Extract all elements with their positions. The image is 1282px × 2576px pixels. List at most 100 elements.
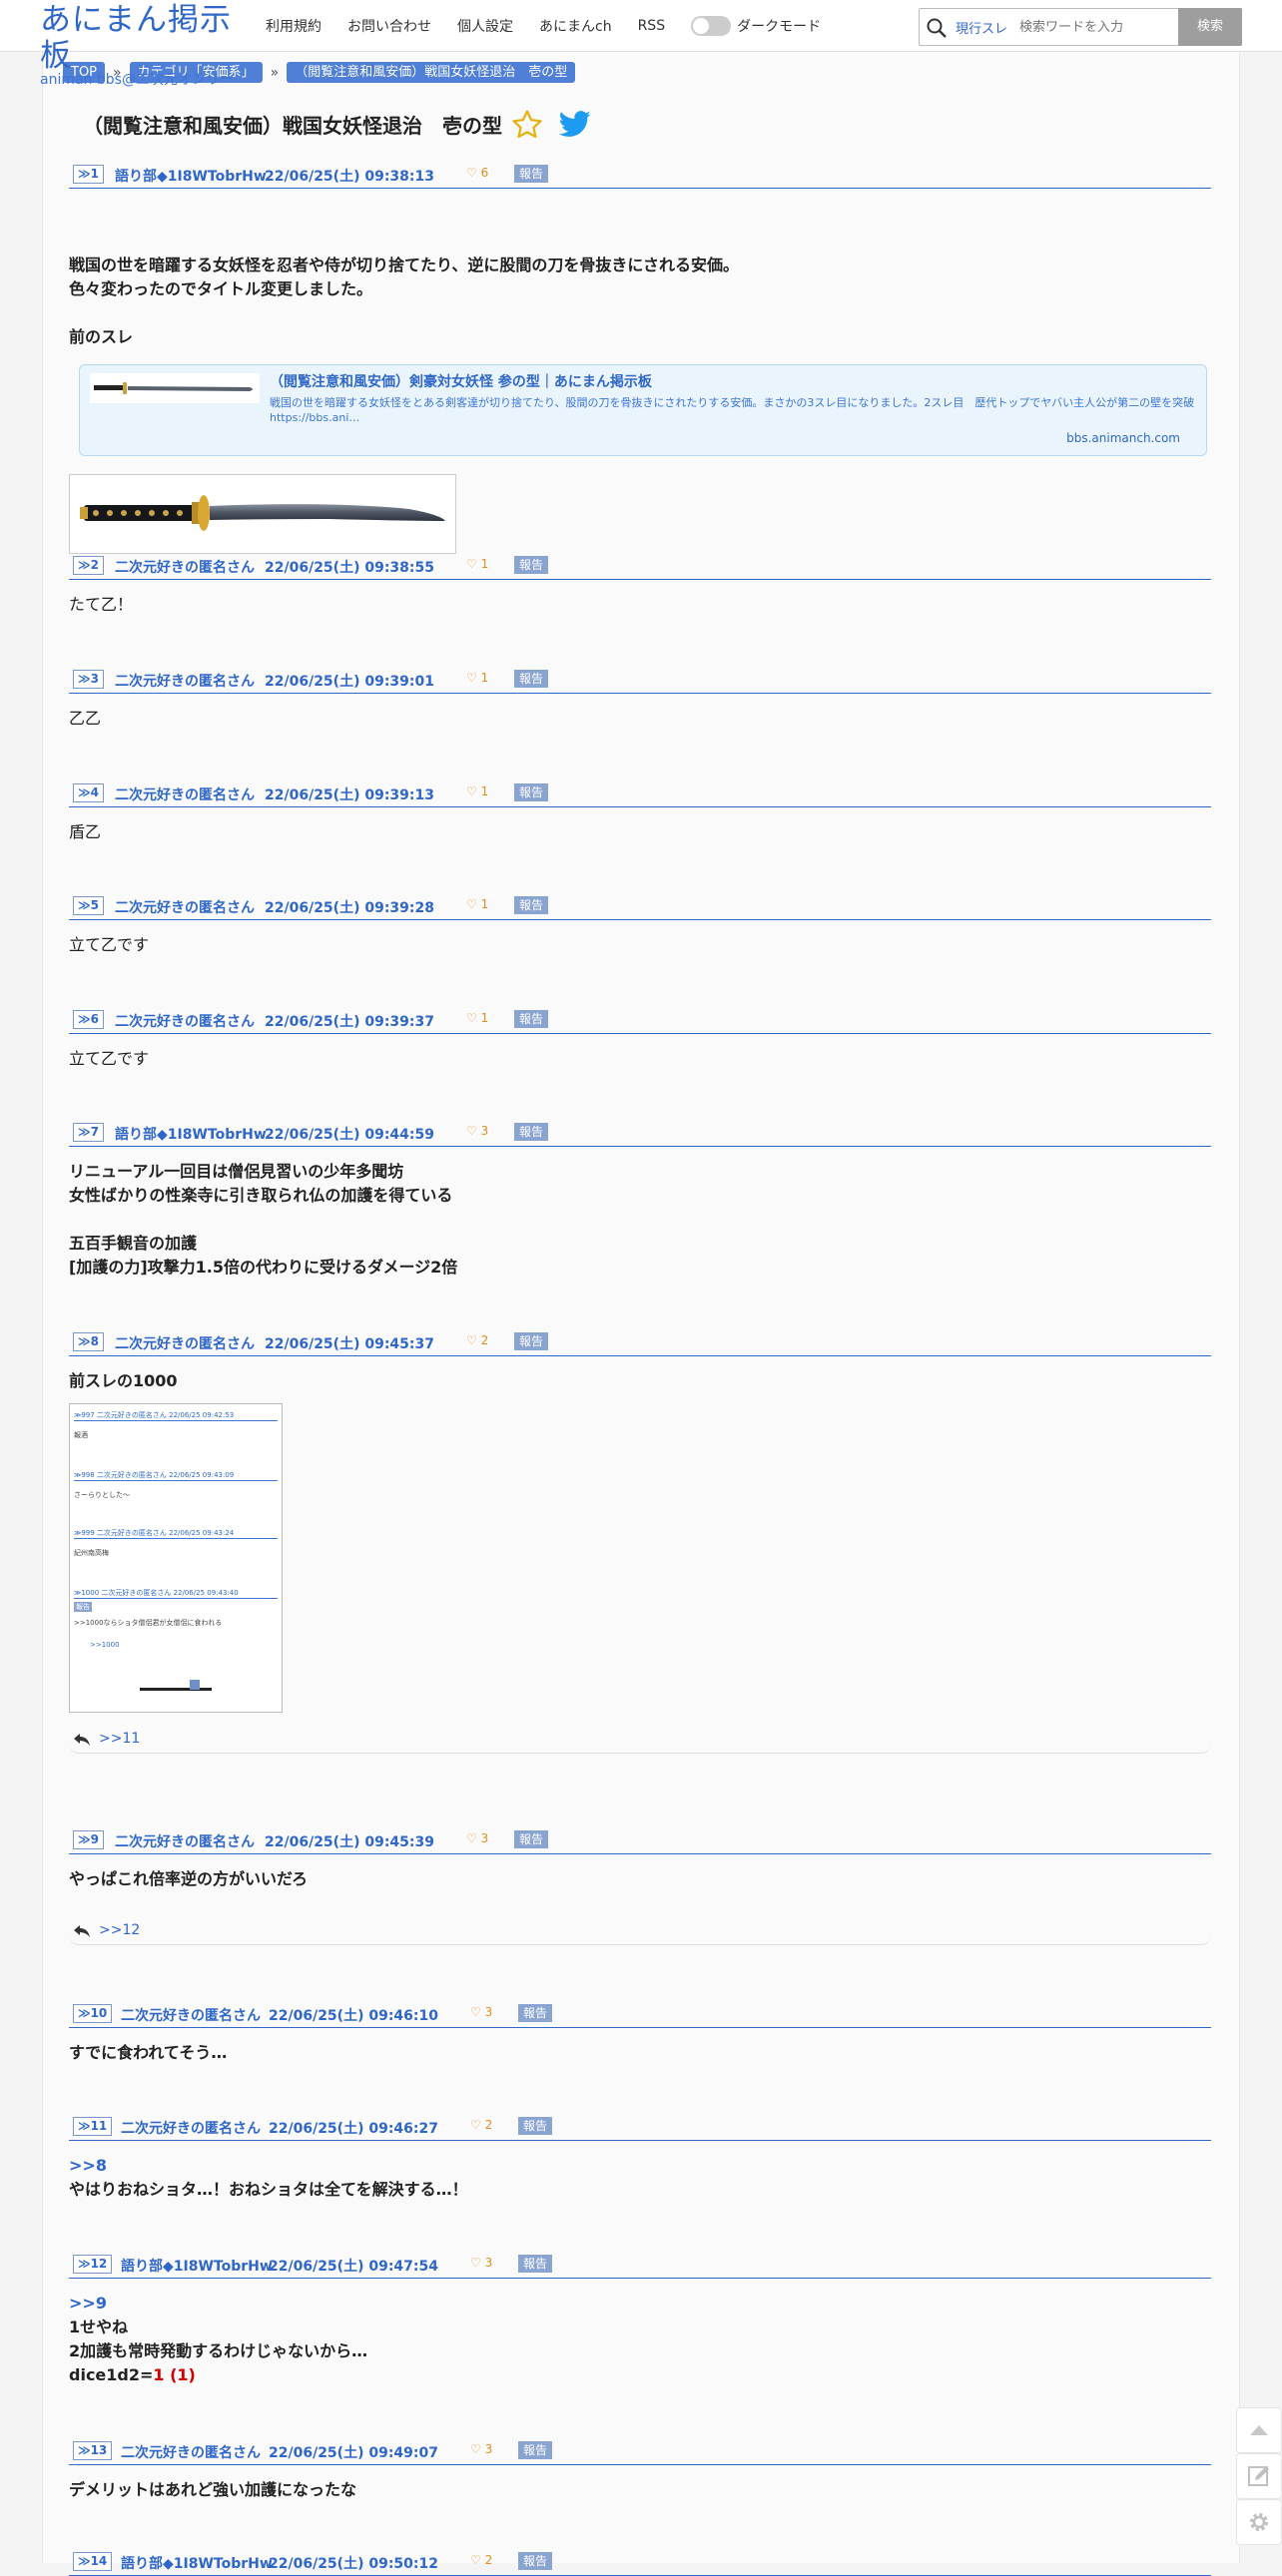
post-number[interactable]: ≫1: [73, 165, 104, 184]
like-button[interactable]: ♡ 1: [466, 671, 488, 685]
top-nav: 利用規約 お問い合わせ 個人設定 あにまんch RSS ダークモード: [252, 0, 821, 51]
screenshot-image[interactable]: ≫997 二次元好きの匿名さん 22/06/25 09:42:53 報酒 ≫99…: [69, 1403, 283, 1713]
like-button[interactable]: ♡ 2: [470, 2553, 492, 2567]
twitter-bird-icon[interactable]: [558, 110, 592, 140]
reply-list: >>12: [69, 1920, 1211, 1945]
post-number[interactable]: ≫14: [73, 2552, 113, 2571]
post-number[interactable]: ≫9: [73, 1830, 104, 1849]
post-number[interactable]: ≫10: [73, 2004, 113, 2023]
like-button[interactable]: ♡ 2: [470, 2118, 492, 2132]
like-button[interactable]: ♡ 3: [470, 2005, 492, 2019]
nav-terms[interactable]: 利用規約: [266, 16, 321, 36]
post-number[interactable]: ≫12: [73, 2255, 113, 2274]
report-button[interactable]: 報告: [518, 2552, 553, 2570]
nav-animanch[interactable]: あにまんch: [539, 16, 612, 36]
post-author: 二次元好きの匿名さん: [121, 2121, 261, 2137]
breadcrumb-thread[interactable]: （閲覧注意和風安価）戦国女妖怪退治 壱の型: [287, 62, 576, 83]
settings-gear-icon: [1250, 2513, 1268, 2531]
report-button[interactable]: 報告: [514, 1830, 549, 1848]
report-button[interactable]: 報告: [518, 2117, 553, 2135]
like-button[interactable]: ♡ 3: [470, 2256, 492, 2270]
sword-image[interactable]: [69, 474, 456, 554]
post-header: ≫11 二次元好きの匿名さん 22/06/25(土) 09:46:27 ♡ 2 …: [69, 2116, 1211, 2141]
post-date: 22/06/25(土) 09:47:54: [269, 2259, 438, 2275]
like-count: 3: [480, 1124, 489, 1138]
report-button[interactable]: 報告: [514, 1123, 549, 1141]
report-button[interactable]: 報告: [514, 896, 549, 914]
like-button[interactable]: ♡ 1: [466, 1011, 488, 1025]
report-button[interactable]: 報告: [518, 2255, 553, 2273]
anchor-link[interactable]: >>9: [69, 2292, 367, 2316]
post-date: 22/06/25(土) 09:49:07: [269, 2445, 438, 2461]
post-14: ≫14 語り部◆1I8WTobrHw 22/06/25(土) 09:50:12 …: [69, 2551, 1211, 2576]
post-header: ≫2 二次元好きの匿名さん 22/06/25(土) 09:38:55 ♡ 1 報…: [69, 555, 1211, 580]
star-icon[interactable]: [510, 108, 544, 142]
screenshot-content: ≫997 二次元好きの匿名さん 22/06/25 09:42:53 報酒 ≫99…: [70, 1404, 282, 1712]
post-number[interactable]: ≫4: [73, 783, 104, 802]
post-date: 22/06/25(土) 09:39:01: [265, 674, 434, 690]
report-button[interactable]: 報告: [518, 2441, 553, 2459]
dark-mode-toggle[interactable]: [691, 15, 732, 36]
like-button[interactable]: ♡ 2: [466, 1333, 488, 1347]
post-number[interactable]: ≫8: [73, 1332, 104, 1351]
post-number[interactable]: ≫13: [73, 2441, 113, 2460]
post-number[interactable]: ≫11: [73, 2117, 113, 2136]
post-number[interactable]: ≫5: [73, 896, 104, 915]
post-line: 2加護も常時発動するわけじゃないから…: [69, 2341, 368, 2360]
post-author: 語り部◆1I8WTobrHw: [121, 2556, 273, 2572]
report-button[interactable]: 報告: [514, 1332, 549, 1350]
sword-image-graphic: [80, 495, 445, 531]
logo-subtitle: animan bbs@二次元オンリー: [40, 72, 234, 88]
post-date: 22/06/25(土) 09:44:59: [265, 1127, 434, 1143]
post-number[interactable]: ≫7: [73, 1123, 104, 1142]
like-button[interactable]: ♡ 3: [466, 1124, 488, 1138]
search-bar: 現行スレ 検索: [919, 8, 1242, 46]
post-date: 22/06/25(土) 09:45:39: [265, 1834, 434, 1850]
post-body: デメリットはあれど強い加護になったな: [69, 2480, 357, 2499]
report-button[interactable]: 報告: [514, 1010, 549, 1028]
post-date: 22/06/25(土) 09:39:13: [265, 787, 434, 803]
post-11: ≫11 二次元好きの匿名さん 22/06/25(土) 09:46:27 ♡ 2 …: [69, 2116, 1211, 2199]
report-button[interactable]: 報告: [514, 670, 549, 688]
like-button[interactable]: ♡ 6: [466, 166, 488, 180]
nav-contact[interactable]: お問い合わせ: [347, 16, 431, 36]
post-line: リニューアル一回目は僧侶見習いの少年多聞坊: [69, 1162, 404, 1181]
dice-line: dice1d2=1 (1): [69, 2363, 367, 2387]
post-number[interactable]: ≫2: [73, 556, 104, 575]
settings-button[interactable]: [1236, 2499, 1282, 2545]
search-scope[interactable]: 現行スレ: [956, 18, 1007, 37]
post-6: ≫6 二次元好きの匿名さん 22/06/25(土) 09:39:37 ♡ 1 報…: [69, 1009, 1211, 1068]
post-author: 語り部◆1I8WTobrHw: [115, 169, 267, 185]
compose-button[interactable]: [1236, 2453, 1282, 2499]
heart-icon: ♡: [466, 557, 477, 571]
report-button[interactable]: 報告: [514, 783, 549, 801]
post-number[interactable]: ≫6: [73, 1010, 104, 1029]
like-count: 1: [480, 1011, 489, 1025]
heart-icon: ♡: [466, 671, 477, 685]
search-button[interactable]: 検索: [1178, 8, 1242, 46]
reply-link[interactable]: >>11: [99, 1731, 140, 1747]
site-logo[interactable]: あにまん掲示板 animan bbs@二次元オンリー: [40, 2, 250, 87]
like-button[interactable]: ♡ 3: [466, 1831, 488, 1845]
like-button[interactable]: ♡ 3: [470, 2442, 492, 2456]
anchor-link[interactable]: >>8: [69, 2154, 468, 2178]
like-button[interactable]: ♡ 1: [466, 784, 488, 798]
like-button[interactable]: ♡ 1: [466, 557, 488, 571]
post-number[interactable]: ≫3: [73, 670, 104, 689]
post-date: 22/06/25(土) 09:38:55: [265, 560, 434, 576]
heart-icon: ♡: [466, 784, 477, 798]
report-button[interactable]: 報告: [514, 556, 549, 574]
post-1: ≫1 語り部◆1I8WTobrHw 22/06/25(土) 09:38:13 ♡…: [69, 164, 1211, 554]
reply-link[interactable]: >>12: [99, 1922, 140, 1938]
report-button[interactable]: 報告: [514, 165, 549, 183]
post-header: ≫4 二次元好きの匿名さん 22/06/25(土) 09:39:13 ♡ 1 報…: [69, 782, 1211, 807]
search-input[interactable]: [1017, 15, 1171, 39]
nav-rss[interactable]: RSS: [638, 18, 666, 34]
like-button[interactable]: ♡ 1: [466, 897, 488, 911]
post-header: ≫13 二次元好きの匿名さん 22/06/25(土) 09:49:07 ♡ 3 …: [69, 2440, 1211, 2465]
scroll-top-button[interactable]: [1236, 2407, 1282, 2453]
nav-settings[interactable]: 個人設定: [457, 16, 513, 36]
screenshot-row-meta: ≫998 二次元好きの匿名さん 22/06/25 09:43:09: [74, 1470, 278, 1481]
report-button[interactable]: 報告: [518, 2004, 553, 2022]
link-card[interactable]: （閲覧注意和風安価）剣豪対女妖怪 参の型｜あにまん掲示板 戦国の世を暗躍する女妖…: [79, 364, 1207, 456]
